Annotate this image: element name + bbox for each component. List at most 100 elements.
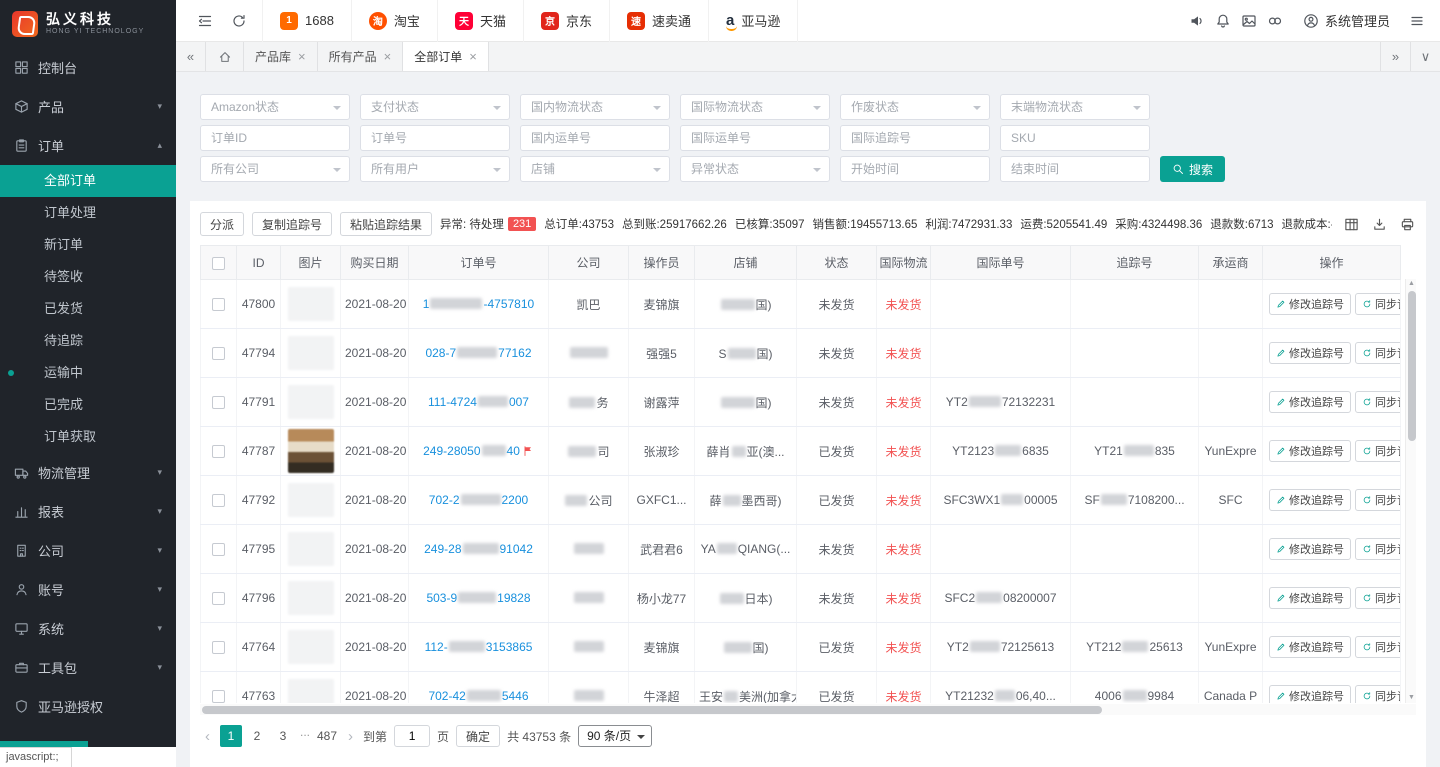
edit-tracking-button[interactable]: 修改追踪号 <box>1269 685 1351 703</box>
tabs-menu-icon[interactable]: ∨ <box>1410 42 1440 71</box>
filter-input-4[interactable] <box>680 125 830 151</box>
user-menu[interactable]: 系统管理员 <box>1302 11 1390 30</box>
refresh-icon[interactable] <box>222 0 256 42</box>
goto-page-input[interactable] <box>394 725 430 747</box>
sync-order-button[interactable]: 同步订单 <box>1355 587 1401 609</box>
sidebar-item-amazon-auth[interactable]: 亚马逊授权 <box>0 687 176 726</box>
edit-tracking-button[interactable]: 修改追踪号 <box>1269 538 1351 560</box>
sidebar-item-toolkit[interactable]: 工具包▾ <box>0 648 176 687</box>
sync-order-button[interactable]: 同步订单 <box>1355 391 1401 413</box>
tab-all-orders[interactable]: 全部订单× <box>403 42 489 71</box>
edit-tracking-button[interactable]: 修改追踪号 <box>1269 293 1351 315</box>
filter-select-b4[interactable]: 异常状态 <box>680 156 830 182</box>
image-icon[interactable] <box>1236 0 1262 42</box>
filter-select-b3[interactable]: 店铺 <box>520 156 670 182</box>
next-page-icon[interactable]: › <box>345 728 356 745</box>
column-config-icon[interactable] <box>1342 215 1360 233</box>
vertical-scrollbar-thumb[interactable] <box>1408 291 1416 441</box>
sidebar-subitem-order-fetch[interactable]: 订单获取 <box>0 421 176 453</box>
filter-input-3[interactable] <box>520 125 670 151</box>
filter-select-1[interactable]: Amazon状态 <box>200 94 350 120</box>
export-icon[interactable] <box>1370 215 1388 233</box>
row-checkbox[interactable] <box>212 347 225 360</box>
sidebar-subitem-order-processing[interactable]: 订单处理 <box>0 197 176 229</box>
sidebar-item-company[interactable]: 公司▾ <box>0 531 176 570</box>
home-tab[interactable] <box>206 42 244 71</box>
filter-select-b2[interactable]: 所有用户 <box>360 156 510 182</box>
filter-select-3[interactable]: 国内物流状态 <box>520 94 670 120</box>
scroll-down-icon[interactable]: ▼ <box>1406 693 1416 703</box>
sync-order-button[interactable]: 同步订单 <box>1355 440 1401 462</box>
copy-tracking-button[interactable]: 复制追踪号 <box>252 212 332 236</box>
goto-confirm-button[interactable]: 确定 <box>456 725 500 747</box>
bell-icon[interactable] <box>1210 0 1236 42</box>
close-icon[interactable]: × <box>384 50 392 63</box>
tabs-scroll-right-icon[interactable]: » <box>1380 42 1410 71</box>
tabs-scroll-left-icon[interactable]: « <box>176 42 206 71</box>
sync-order-button[interactable]: 同步订单 <box>1355 538 1401 560</box>
collapse-sidebar-icon[interactable] <box>188 0 222 42</box>
sync-order-button[interactable]: 同步订单 <box>1355 489 1401 511</box>
prev-page-icon[interactable]: ‹ <box>202 728 213 745</box>
row-checkbox[interactable] <box>212 641 225 654</box>
speaker-icon[interactable] <box>1184 0 1210 42</box>
vertical-scrollbar[interactable]: ▲ ▼ <box>1405 279 1416 703</box>
order-link[interactable]: 111-4724007 <box>428 395 529 409</box>
filter-input-6[interactable] <box>1000 125 1150 151</box>
close-icon[interactable]: × <box>469 50 477 63</box>
sync-order-button[interactable]: 同步订单 <box>1355 636 1401 658</box>
order-link[interactable]: 249-2805040 <box>423 444 520 458</box>
horizontal-scrollbar[interactable] <box>200 704 1416 715</box>
sidebar-subitem-pending-tracking[interactable]: 待追踪 <box>0 325 176 357</box>
sidebar-subitem-in-transit[interactable]: 运输中 <box>0 357 176 389</box>
sidebar-item-product[interactable]: 产品▾ <box>0 87 176 126</box>
sidebar-subitem-new-orders[interactable]: 新订单 <box>0 229 176 261</box>
date-input-2[interactable] <box>1000 156 1150 182</box>
filter-input-5[interactable] <box>840 125 990 151</box>
edit-tracking-button[interactable]: 修改追踪号 <box>1269 391 1351 413</box>
sync-order-button[interactable]: 同步订单 <box>1355 342 1401 364</box>
horizontal-scrollbar-thumb[interactable] <box>202 706 1102 714</box>
platform-tab-jd[interactable]: 京京东 <box>523 0 609 42</box>
page-button-487[interactable]: 487 <box>316 725 338 747</box>
row-checkbox[interactable] <box>212 494 225 507</box>
sidebar-subitem-pending-receipt[interactable]: 待签收 <box>0 261 176 293</box>
platform-tab-amazon[interactable]: a亚马逊 <box>708 0 798 42</box>
tab-all-products[interactable]: 所有产品× <box>318 42 404 71</box>
edit-tracking-button[interactable]: 修改追踪号 <box>1269 587 1351 609</box>
order-link[interactable]: 1-4757810 <box>423 297 534 311</box>
page-button-2[interactable]: 2 <box>246 725 268 747</box>
platform-tab-aliexpress[interactable]: 速速卖通 <box>609 0 708 42</box>
sync-order-button[interactable]: 同步订单 <box>1355 685 1401 703</box>
search-button[interactable]: 搜索 <box>1160 156 1225 182</box>
sync-order-button[interactable]: 同步订单 <box>1355 293 1401 315</box>
filter-select-2[interactable]: 支付状态 <box>360 94 510 120</box>
more-icon[interactable] <box>1404 0 1430 42</box>
link-icon[interactable] <box>1262 0 1288 42</box>
platform-tab-tmall[interactable]: 天天猫 <box>437 0 523 42</box>
filter-select-6[interactable]: 末端物流状态 <box>1000 94 1150 120</box>
sidebar-item-accounts[interactable]: 账号▾ <box>0 570 176 609</box>
filter-input-1[interactable] <box>200 125 350 151</box>
row-checkbox[interactable] <box>212 396 225 409</box>
order-link[interactable]: 028-777162 <box>425 346 531 360</box>
order-link[interactable]: 249-2891042 <box>424 542 533 556</box>
row-checkbox[interactable] <box>212 592 225 605</box>
platform-tab-taobao[interactable]: 淘淘宝 <box>351 0 437 42</box>
sidebar-item-console[interactable]: 控制台 <box>0 48 176 87</box>
edit-tracking-button[interactable]: 修改追踪号 <box>1269 440 1351 462</box>
sidebar-item-logistics[interactable]: 物流管理▾ <box>0 453 176 492</box>
sidebar-item-system[interactable]: 系统▾ <box>0 609 176 648</box>
edit-tracking-button[interactable]: 修改追踪号 <box>1269 636 1351 658</box>
filter-select-4[interactable]: 国际物流状态 <box>680 94 830 120</box>
exception-count-badge[interactable]: 231 <box>508 217 536 231</box>
sidebar-subitem-completed[interactable]: 已完成 <box>0 389 176 421</box>
sidebar-item-orders[interactable]: 订单▴ <box>0 126 176 165</box>
dispatch-button[interactable]: 分派 <box>200 212 244 236</box>
paste-tracking-result-button[interactable]: 粘贴追踪结果 <box>340 212 432 236</box>
row-checkbox[interactable] <box>212 298 225 311</box>
row-checkbox[interactable] <box>212 690 225 703</box>
edit-tracking-button[interactable]: 修改追踪号 <box>1269 489 1351 511</box>
order-link[interactable]: 702-22200 <box>429 493 528 507</box>
sidebar-subitem-all-orders[interactable]: 全部订单 <box>0 165 176 197</box>
